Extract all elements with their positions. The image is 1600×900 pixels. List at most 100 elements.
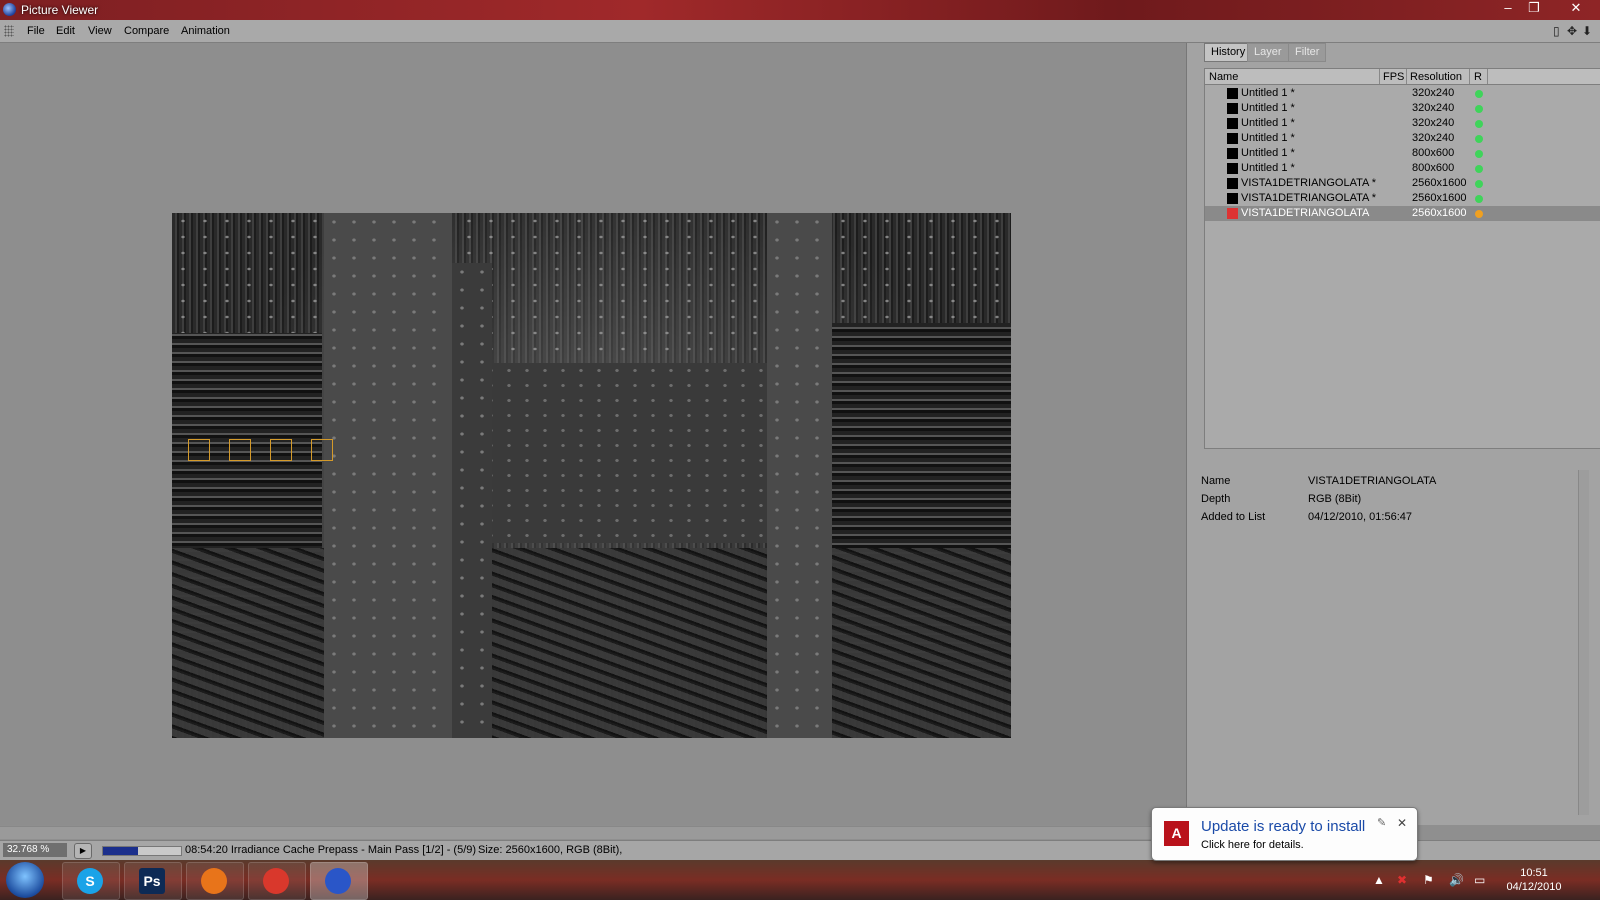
row-resolution: 2560x1600	[1412, 177, 1467, 189]
progress-fill	[103, 847, 139, 855]
status-dot	[1475, 90, 1483, 98]
thumbnail	[1227, 193, 1238, 204]
menu-file[interactable]: File	[27, 25, 45, 37]
history-row[interactable]: VISTA1DETRIANGOLATA * 2560x1600	[1205, 191, 1600, 206]
row-resolution: 320x240	[1412, 102, 1455, 114]
close-button[interactable]: ✕	[1560, 0, 1592, 18]
row-name: VISTA1DETRIANGOLATA	[1241, 207, 1370, 219]
arrow-down-icon[interactable]: ⬇	[1582, 24, 1592, 38]
thumbnail	[1227, 133, 1238, 144]
play-button[interactable]: ▶	[74, 843, 92, 859]
menu-view[interactable]: View	[88, 25, 112, 37]
start-button[interactable]	[6, 862, 44, 898]
network-icon[interactable]: ▭	[1474, 873, 1485, 887]
row-name: Untitled 1 *	[1241, 87, 1295, 99]
status-dot	[1475, 105, 1483, 113]
clock[interactable]: 10:51 04/12/2010	[1505, 866, 1563, 894]
row-name: Untitled 1 *	[1241, 132, 1295, 144]
adobe-updater-icon[interactable]: ✖	[1397, 873, 1407, 887]
history-row[interactable]: Untitled 1 * 320x240	[1205, 86, 1600, 101]
notification-body[interactable]: Click here for details.	[1201, 839, 1304, 851]
row-resolution: 320x240	[1412, 87, 1455, 99]
history-row[interactable]: Untitled 1 * 800x600	[1205, 146, 1600, 161]
history-row[interactable]: Untitled 1 * 800x600	[1205, 161, 1600, 176]
list-header: Name FPS Resolution R	[1205, 69, 1600, 85]
restore-button[interactable]: ❐	[1521, 0, 1547, 18]
row-resolution: 2560x1600	[1412, 207, 1467, 219]
taskbar-cinema4d[interactable]	[310, 862, 368, 900]
info-value: VISTA1DETRIANGOLATA	[1308, 475, 1437, 487]
thumbnail	[1227, 88, 1238, 99]
tab-history[interactable]: History	[1204, 43, 1253, 62]
render-image	[172, 213, 1011, 738]
info-key: Depth	[1201, 493, 1231, 505]
status-dot	[1475, 195, 1483, 203]
render-bucket	[188, 439, 210, 461]
thumbnail	[1227, 208, 1238, 219]
history-row[interactable]: VISTA1DETRIANGOLATA * 2560x1600	[1205, 176, 1600, 191]
clock-date: 04/12/2010	[1506, 881, 1562, 893]
app-icon	[3, 3, 16, 16]
menu-animation[interactable]: Animation	[181, 25, 230, 37]
tab-filter[interactable]: Filter	[1288, 43, 1327, 62]
vertical-scrollbar[interactable]	[1578, 470, 1589, 815]
notification-title[interactable]: Update is ready to install	[1201, 818, 1365, 835]
row-name: VISTA1DETRIANGOLATA *	[1241, 177, 1377, 189]
status-dot	[1475, 210, 1483, 218]
render-bucket	[311, 439, 333, 461]
zoom-field[interactable]: 32.768 %	[3, 843, 67, 857]
image-viewport[interactable]	[0, 43, 1186, 825]
acrobat-icon: A	[1164, 821, 1189, 846]
column-name[interactable]: Name	[1209, 71, 1238, 83]
horizontal-scrollbar[interactable]	[0, 826, 1185, 839]
history-list[interactable]: Name FPS Resolution R Untitled 1 * 320x24…	[1204, 68, 1600, 449]
column-fps[interactable]: FPS	[1383, 71, 1404, 83]
history-row[interactable]: Untitled 1 * 320x240	[1205, 116, 1600, 131]
row-resolution: 320x240	[1412, 132, 1455, 144]
show-hidden-icon[interactable]: ▲	[1373, 873, 1385, 887]
layout-icon[interactable]: ▯	[1553, 24, 1560, 38]
render-bucket	[229, 439, 251, 461]
window-title: Picture Viewer	[21, 3, 99, 17]
move-icon[interactable]: ✥	[1567, 24, 1577, 38]
skype-icon: S	[77, 868, 103, 894]
volume-icon[interactable]: 🔊	[1449, 873, 1464, 887]
side-panel: History Layer Filter Name FPS Resolution…	[1186, 43, 1600, 825]
row-name: Untitled 1 *	[1241, 147, 1295, 159]
column-resolution[interactable]: Resolution	[1410, 71, 1462, 83]
menu-compare[interactable]: Compare	[124, 25, 169, 37]
floor-furniture	[172, 548, 1011, 738]
taskbar-firefox[interactable]	[186, 862, 244, 900]
row-name: Untitled 1 *	[1241, 117, 1295, 129]
row-resolution: 800x600	[1412, 147, 1455, 159]
photoshop-icon: Ps	[139, 868, 165, 894]
taskbar-skype[interactable]: S	[62, 862, 120, 900]
taskbar-photoshop[interactable]: Ps	[124, 862, 182, 900]
left-pillar-side	[452, 263, 492, 738]
flag-icon[interactable]: ⚑	[1423, 873, 1434, 887]
thumbnail	[1227, 148, 1238, 159]
status-dot	[1475, 135, 1483, 143]
info-row-added: Added to List 04/12/2010, 01:56:47	[1193, 509, 1583, 526]
back-wall	[482, 363, 782, 543]
taskbar-chrome[interactable]	[248, 862, 306, 900]
render-bucket	[270, 439, 292, 461]
history-row[interactable]: Untitled 1 * 320x240	[1205, 101, 1600, 116]
cinema4d-icon	[325, 868, 351, 894]
clock-time: 10:51	[1520, 867, 1548, 879]
close-icon[interactable]: ✕	[1397, 816, 1407, 830]
history-row[interactable]: Untitled 1 * 320x240	[1205, 131, 1600, 146]
grip-icon[interactable]	[4, 25, 14, 37]
tab-layer[interactable]: Layer	[1247, 43, 1289, 62]
options-icon[interactable]: ✎	[1377, 816, 1386, 829]
info-key: Added to List	[1201, 511, 1266, 523]
thumbnail	[1227, 103, 1238, 114]
menu-edit[interactable]: Edit	[56, 25, 75, 37]
status-dot	[1475, 165, 1483, 173]
update-notification[interactable]: A Update is ready to install Click here …	[1151, 807, 1418, 861]
minimize-button[interactable]: –	[1495, 0, 1521, 18]
column-r[interactable]: R	[1474, 71, 1482, 83]
history-row[interactable]: VISTA1DETRIANGOLATA 2560x1600	[1205, 206, 1600, 221]
info-value: 04/12/2010, 01:56:47	[1308, 511, 1412, 523]
firefox-icon	[201, 868, 227, 894]
